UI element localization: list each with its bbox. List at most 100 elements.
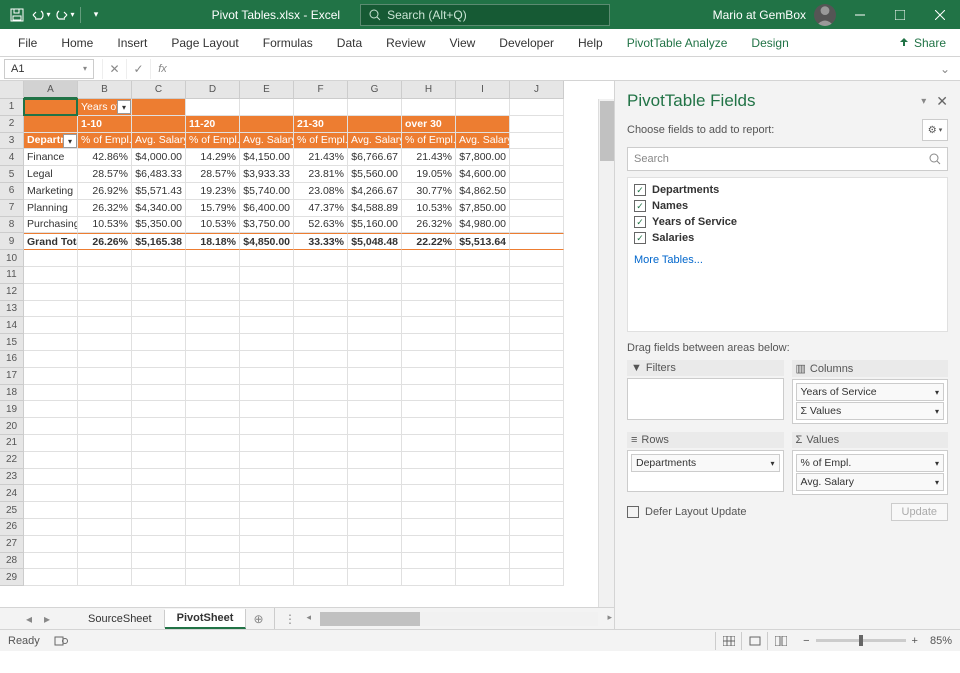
cell[interactable] xyxy=(132,452,186,469)
cell[interactable]: $5,740.00 xyxy=(240,183,294,200)
cell[interactable] xyxy=(24,99,78,116)
col-header[interactable]: I xyxy=(456,81,510,99)
cell[interactable] xyxy=(186,401,240,418)
rows-area[interactable]: ≡Rows Departments▾ xyxy=(627,432,784,495)
cell[interactable]: Avg. Salary xyxy=(132,133,186,150)
row-header[interactable]: 15 xyxy=(0,334,24,351)
share-button[interactable]: Share xyxy=(890,36,954,50)
cell[interactable] xyxy=(294,301,348,318)
more-tables-link[interactable]: More Tables... xyxy=(634,254,941,266)
cell[interactable] xyxy=(294,519,348,536)
cell[interactable] xyxy=(132,334,186,351)
cell[interactable] xyxy=(510,250,564,267)
row-header[interactable]: 11 xyxy=(0,267,24,284)
cell[interactable] xyxy=(402,469,456,486)
fields-layout-button[interactable]: ⚙▾ xyxy=(922,119,948,141)
cell[interactable]: 1-10 xyxy=(78,116,132,133)
cell[interactable]: 10.53% xyxy=(402,200,456,217)
cell[interactable] xyxy=(510,418,564,435)
cell[interactable] xyxy=(240,519,294,536)
cell[interactable]: $7,800.00 xyxy=(456,149,510,166)
cancel-formula-icon[interactable]: ✕ xyxy=(102,59,126,79)
cell[interactable] xyxy=(510,217,564,234)
col-header[interactable]: H xyxy=(402,81,456,99)
cell[interactable] xyxy=(78,536,132,553)
field-years[interactable]: ✓Years of Service xyxy=(634,214,941,230)
cell[interactable] xyxy=(510,435,564,452)
cell[interactable] xyxy=(348,536,402,553)
area-item[interactable]: Departments▾ xyxy=(631,454,780,472)
cell[interactable] xyxy=(240,250,294,267)
cell[interactable] xyxy=(510,301,564,318)
checkbox-icon[interactable]: ✓ xyxy=(634,216,646,228)
cell[interactable] xyxy=(402,485,456,502)
cell[interactable] xyxy=(186,99,240,116)
tab-page-layout[interactable]: Page Layout xyxy=(159,29,250,57)
col-header[interactable]: F xyxy=(294,81,348,99)
area-item[interactable]: % of Empl.▾ xyxy=(796,454,945,472)
cell[interactable]: 52.63% xyxy=(294,217,348,234)
cell[interactable]: % of Empl. xyxy=(402,133,456,150)
cell[interactable] xyxy=(78,351,132,368)
cell[interactable] xyxy=(24,569,78,586)
cell[interactable]: Marketing xyxy=(24,183,78,200)
cell[interactable]: Grand Total xyxy=(24,233,78,250)
cell[interactable] xyxy=(240,267,294,284)
cell[interactable] xyxy=(294,469,348,486)
cell[interactable] xyxy=(132,469,186,486)
cell[interactable] xyxy=(348,267,402,284)
row-header[interactable]: 6 xyxy=(0,183,24,200)
cell[interactable] xyxy=(456,485,510,502)
cell[interactable] xyxy=(186,502,240,519)
cell[interactable] xyxy=(186,553,240,570)
horizontal-scrollbar[interactable]: ◂ ▸ xyxy=(320,612,598,626)
cell[interactable] xyxy=(510,149,564,166)
cell[interactable] xyxy=(186,569,240,586)
cell[interactable] xyxy=(78,284,132,301)
cell[interactable] xyxy=(78,553,132,570)
cell[interactable] xyxy=(402,368,456,385)
cell[interactable] xyxy=(132,385,186,402)
cell[interactable] xyxy=(510,133,564,150)
area-item[interactable]: Avg. Salary▾ xyxy=(796,473,945,491)
cell[interactable]: 28.57% xyxy=(78,166,132,183)
row-header[interactable]: 13 xyxy=(0,301,24,318)
row-header[interactable]: 12 xyxy=(0,284,24,301)
cell[interactable]: $4,588.89 xyxy=(348,200,402,217)
cell[interactable] xyxy=(132,536,186,553)
cell[interactable]: $4,150.00 xyxy=(240,149,294,166)
cell[interactable]: 23.81% xyxy=(294,166,348,183)
cell[interactable]: over 30 xyxy=(402,116,456,133)
cell[interactable]: 18.18% xyxy=(186,233,240,250)
zoom-in-button[interactable]: + xyxy=(912,635,918,647)
cell[interactable] xyxy=(132,569,186,586)
cell[interactable] xyxy=(456,284,510,301)
cell[interactable]: Planning xyxy=(24,200,78,217)
cell[interactable] xyxy=(78,469,132,486)
cell[interactable] xyxy=(240,385,294,402)
qat-customize-icon[interactable]: ▾ xyxy=(85,4,107,26)
cell[interactable]: $4,980.00 xyxy=(456,217,510,234)
cell[interactable] xyxy=(240,502,294,519)
cell[interactable] xyxy=(24,267,78,284)
undo-icon[interactable]: ▾ xyxy=(30,4,52,26)
cell[interactable] xyxy=(24,301,78,318)
field-departments[interactable]: ✓Departments xyxy=(634,182,941,198)
cell[interactable] xyxy=(294,435,348,452)
cell[interactable] xyxy=(24,553,78,570)
cell[interactable] xyxy=(24,317,78,334)
save-icon[interactable] xyxy=(6,4,28,26)
cell[interactable] xyxy=(132,284,186,301)
cell[interactable] xyxy=(24,536,78,553)
cell[interactable]: Purchasing xyxy=(24,217,78,234)
tab-developer[interactable]: Developer xyxy=(487,29,566,57)
cell[interactable] xyxy=(24,452,78,469)
cell[interactable]: Legal xyxy=(24,166,78,183)
vertical-scrollbar[interactable] xyxy=(598,99,614,607)
cell[interactable] xyxy=(402,553,456,570)
cell[interactable] xyxy=(348,485,402,502)
cell[interactable] xyxy=(294,418,348,435)
cell[interactable] xyxy=(240,401,294,418)
cell[interactable] xyxy=(348,284,402,301)
row-header[interactable]: 3 xyxy=(0,133,24,150)
